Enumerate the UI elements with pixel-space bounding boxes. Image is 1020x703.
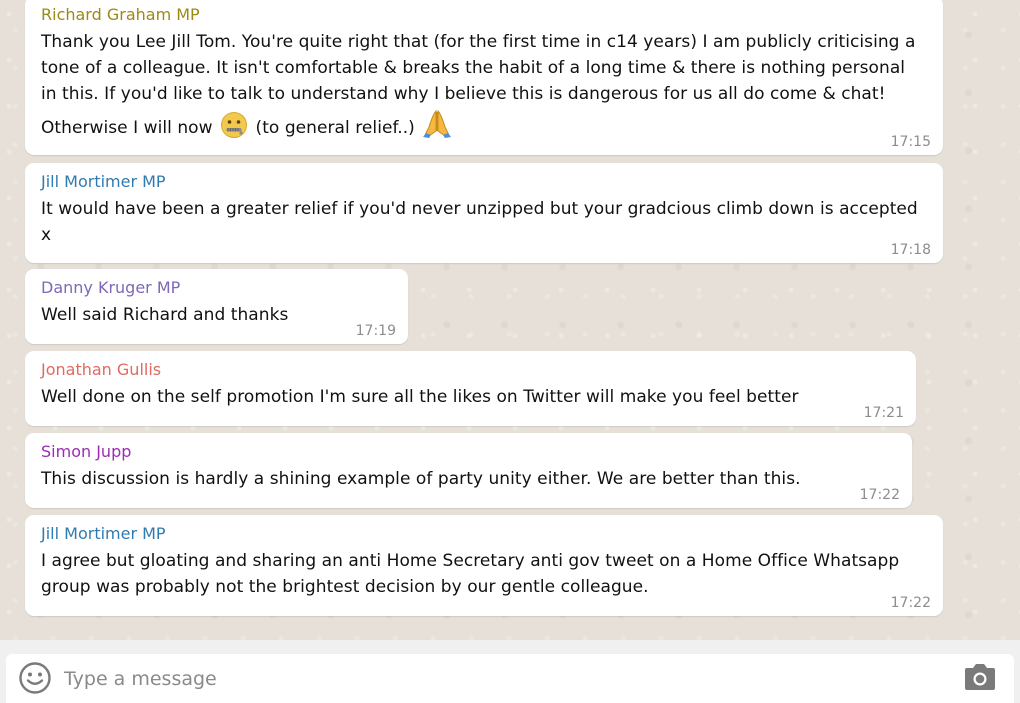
- folded-hands-icon: [422, 107, 452, 147]
- message-text: It would have been a greater relief if y…: [41, 199, 918, 245]
- message-time: 17:18: [890, 242, 931, 258]
- camera-icon[interactable]: [962, 662, 998, 692]
- message-bubble: Richard Graham MP Thank you Lee Jill Tom…: [25, 0, 943, 155]
- message-text: I agree but gloating and sharing an anti…: [41, 551, 900, 597]
- chat-area: Richard Graham MP Thank you Lee Jill Tom…: [0, 0, 1020, 640]
- message-time: 17:22: [859, 487, 900, 503]
- message-text: Thank you Lee Jill Tom. You're quite rig…: [41, 29, 921, 147]
- sender-name: Simon Jupp: [41, 442, 132, 461]
- message-text-main: Thank you Lee Jill Tom. You're quite rig…: [41, 32, 916, 138]
- message-time: 17:15: [890, 134, 931, 150]
- message-text: Well said Richard and thanks: [41, 305, 289, 325]
- message-input[interactable]: [64, 664, 924, 694]
- message-text: Well done on the self promotion I'm sure…: [41, 387, 799, 407]
- zipper-mouth-face-icon: [220, 111, 248, 147]
- sender-name: Jill Mortimer MP: [41, 524, 166, 543]
- message-bubble: Simon Jupp This discussion is hardly a s…: [25, 433, 912, 508]
- message-text-after-emoji: (to general relief..): [255, 118, 415, 138]
- message-bubble: Jill Mortimer MP I agree but gloating an…: [25, 515, 943, 616]
- sender-name: Jonathan Gullis: [41, 360, 162, 379]
- message-bubble: Danny Kruger MP Well said Richard and th…: [25, 269, 408, 344]
- smiley-icon[interactable]: [18, 661, 52, 695]
- message-text: This discussion is hardly a shining exam…: [41, 469, 801, 489]
- message-bubble: Jill Mortimer MP It would have been a gr…: [25, 163, 943, 263]
- message-bubble: Jonathan Gullis Well done on the self pr…: [25, 351, 916, 426]
- sender-name: Richard Graham MP: [41, 5, 200, 24]
- sender-name: Danny Kruger MP: [41, 278, 181, 297]
- message-time: 17:21: [863, 405, 904, 421]
- sender-name: Jill Mortimer MP: [41, 172, 166, 191]
- message-time: 17:19: [355, 323, 396, 339]
- message-time: 17:22: [890, 595, 931, 611]
